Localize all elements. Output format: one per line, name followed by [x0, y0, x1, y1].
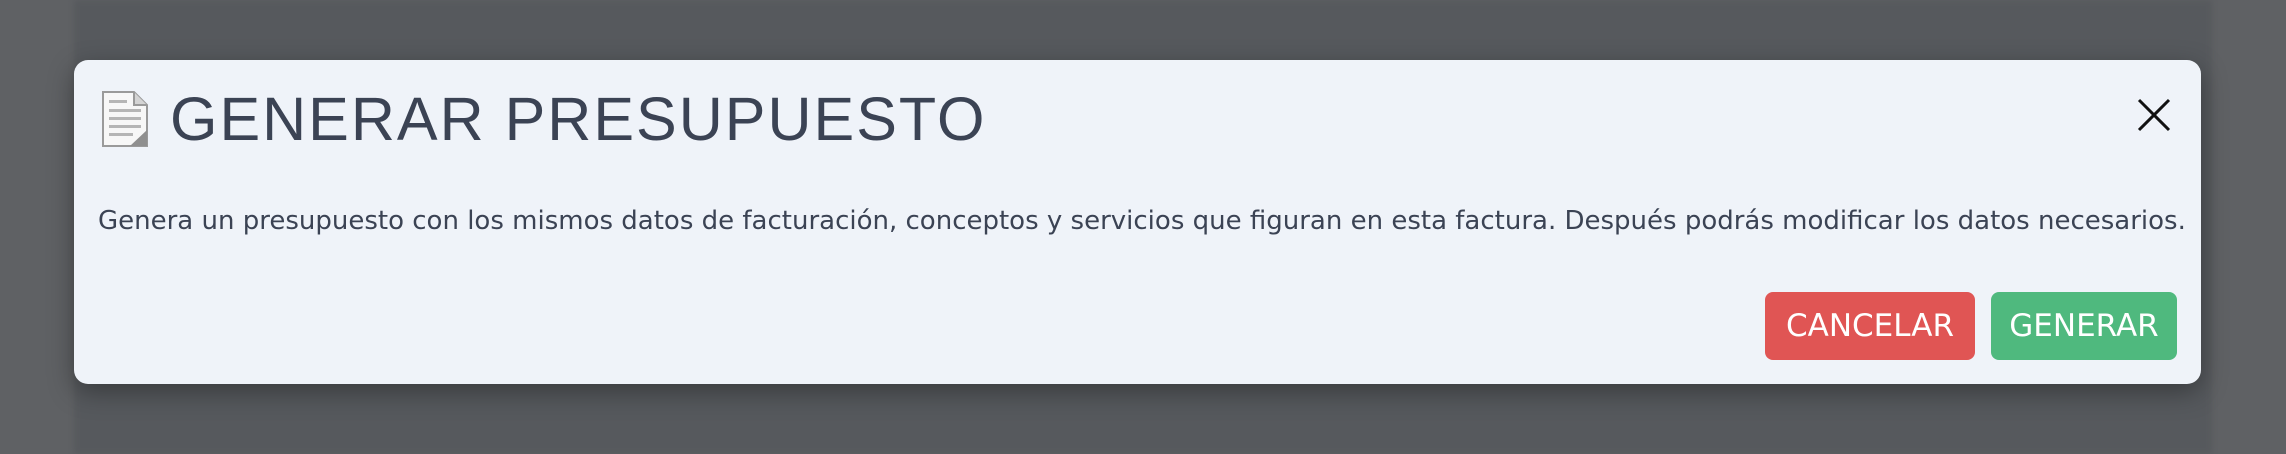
modal-header: GENERAR PRESUPUESTO: [100, 86, 987, 152]
modal-title: GENERAR PRESUPUESTO: [170, 84, 987, 153]
modal-message: Genera un presupuesto con los mismos dat…: [98, 206, 2186, 236]
close-icon: [2136, 97, 2172, 137]
cancel-button[interactable]: CANCELAR: [1765, 292, 1975, 360]
modal-footer: CANCELAR GENERAR: [1765, 292, 2177, 360]
generate-button[interactable]: GENERAR: [1991, 292, 2177, 360]
close-button[interactable]: [2129, 92, 2179, 142]
generate-quote-modal: GENERAR PRESUPUESTO Genera un presupuest…: [74, 60, 2201, 384]
document-icon: [100, 90, 150, 148]
